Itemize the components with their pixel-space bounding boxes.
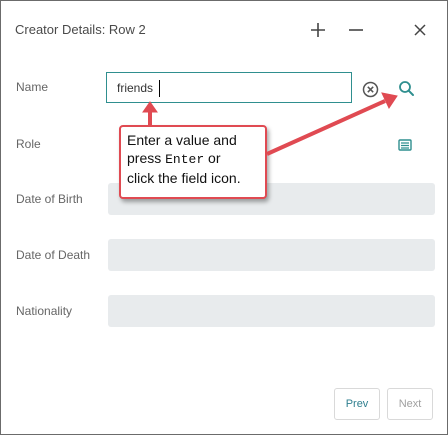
- add-button[interactable]: [307, 19, 329, 41]
- minimize-button[interactable]: [345, 19, 367, 41]
- enter-key-label: Enter: [165, 152, 205, 167]
- date-of-birth-label: Date of Birth: [16, 192, 83, 206]
- date-of-death-field[interactable]: [108, 239, 435, 271]
- title-bar: Creator Details: Row 2: [1, 1, 447, 59]
- name-label: Name: [16, 80, 49, 94]
- role-label: Role: [16, 137, 41, 151]
- plus-icon: [311, 23, 325, 37]
- search-icon: [398, 80, 414, 96]
- callout-line-1: Enter a value and: [127, 132, 237, 148]
- prev-button[interactable]: Prev: [334, 388, 380, 420]
- clear-circle-icon: [362, 81, 378, 97]
- next-button[interactable]: Next: [387, 388, 433, 420]
- date-of-death-label: Date of Death: [16, 248, 91, 262]
- nationality-field[interactable]: [108, 295, 435, 327]
- nationality-label: Nationality: [16, 304, 73, 318]
- text-caret: [159, 80, 160, 97]
- name-input[interactable]: [113, 79, 351, 97]
- minus-icon: [349, 29, 363, 31]
- dialog-window: Creator Details: Row 2 Name friends Role…: [0, 0, 448, 435]
- role-list-button[interactable]: [394, 134, 416, 156]
- clear-button[interactable]: [359, 78, 381, 100]
- close-icon: [414, 24, 426, 36]
- close-button[interactable]: [409, 19, 431, 41]
- callout-diagonal-arrow: [266, 99, 386, 156]
- callout-line-2: press Enter or: [127, 150, 221, 167]
- dialog-title: Creator Details: Row 2: [15, 22, 146, 37]
- list-icon: [398, 139, 412, 151]
- callout-line-3: click the field icon.: [127, 170, 241, 186]
- name-field[interactable]: [106, 72, 352, 103]
- instruction-callout: Enter a value and press Enter or click t…: [119, 125, 267, 199]
- search-button[interactable]: [395, 77, 417, 99]
- callout-arrows: [142, 92, 398, 156]
